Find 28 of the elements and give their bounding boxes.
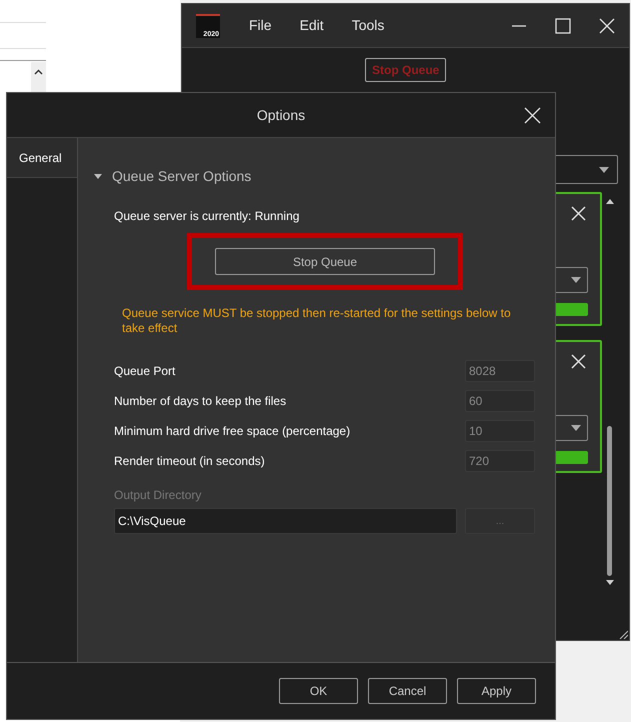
caret-icon xyxy=(599,167,609,173)
caret-icon xyxy=(571,425,581,431)
close-icon[interactable] xyxy=(571,354,586,369)
section-header[interactable]: Queue Server Options xyxy=(94,166,535,187)
scroll-down-icon[interactable] xyxy=(606,580,614,585)
scroll-up-icon[interactable] xyxy=(606,199,614,204)
warning-text: Queue service MUST be stopped then re-started for the settings below to take effect xyxy=(121,306,512,336)
menu-item[interactable]: Tools xyxy=(352,15,384,36)
close-icon[interactable] xyxy=(524,107,541,124)
menu-item[interactable]: File xyxy=(249,15,272,36)
field-label: Minimum hard drive free space (percentage) xyxy=(114,423,350,440)
close-icon[interactable] xyxy=(571,206,586,221)
dialog-button[interactable]: OK xyxy=(279,678,358,704)
sidebar-tab[interactable]: General xyxy=(7,138,77,178)
status-text: Queue server is currently: Running xyxy=(114,208,300,225)
scrollbar-thumb[interactable] xyxy=(607,426,612,576)
caret-icon xyxy=(571,277,581,283)
dialog-title: Options xyxy=(256,106,306,125)
menu-item[interactable]: Edit xyxy=(300,15,324,36)
field-label: Number of days to keep the files xyxy=(114,393,286,410)
dialog-button[interactable]: Cancel xyxy=(368,678,447,704)
dialog-button[interactable]: Apply xyxy=(457,678,536,704)
scroll-up-icon[interactable] xyxy=(34,68,43,75)
field-label: Queue Port xyxy=(114,363,176,380)
resize-grip-icon[interactable] xyxy=(619,630,628,639)
stop-queue-button[interactable]: Stop Queue xyxy=(215,248,435,275)
field-label: Render timeout (in seconds) xyxy=(114,453,265,470)
field-label: Output Directory xyxy=(114,487,202,504)
